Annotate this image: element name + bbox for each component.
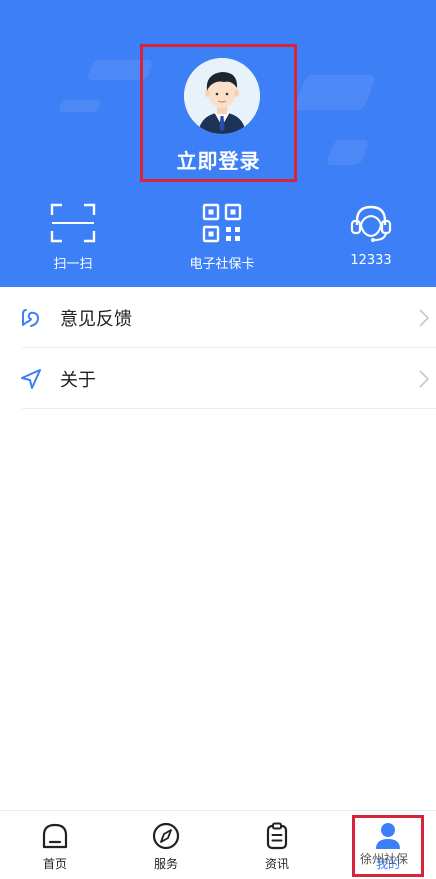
tab-label: 资讯 [264, 857, 289, 871]
compass-icon [152, 822, 180, 850]
login-highlight-box [140, 44, 297, 182]
divider [22, 408, 436, 409]
decor-shape [293, 75, 377, 110]
quick-action-label: 扫一扫 [53, 257, 93, 272]
menu-item-label: 关于 [60, 370, 96, 391]
tab-home[interactable]: 首页 [20, 821, 90, 872]
tab-services[interactable]: 服务 [131, 821, 201, 872]
headset-icon [350, 205, 392, 242]
scan-icon [50, 203, 96, 243]
quick-action-label: 电子社保卡 [189, 257, 255, 272]
clipboard-icon [266, 822, 288, 850]
quick-action-hotline[interactable]: 12333 [311, 203, 431, 268]
menu-item-feedback[interactable]: 意见反馈 [0, 287, 436, 348]
quick-action-social-card[interactable]: 电子社保卡 [162, 203, 282, 272]
quick-action-label: 12333 [350, 253, 392, 268]
menu-item-about[interactable]: 关于 [0, 348, 436, 409]
decor-shape [325, 140, 370, 165]
feedback-icon [22, 309, 39, 327]
watermark-text: 徐州社保 [360, 852, 409, 866]
tab-highlight-box [352, 815, 424, 877]
tab-news[interactable]: 资讯 [242, 821, 312, 872]
menu-list: 意见反馈 关于 [0, 287, 436, 409]
home-icon [42, 823, 68, 849]
tab-label: 首页 [42, 857, 67, 871]
decor-shape [57, 100, 103, 112]
quick-action-scan[interactable]: 扫一扫 [13, 203, 133, 272]
menu-item-label: 意见反馈 [60, 309, 132, 330]
qr-code-icon [202, 203, 242, 243]
navigation-arrow-icon [21, 369, 41, 389]
tab-label: 服务 [153, 857, 178, 871]
chevron-right-icon [419, 309, 430, 327]
chevron-right-icon [419, 370, 430, 388]
